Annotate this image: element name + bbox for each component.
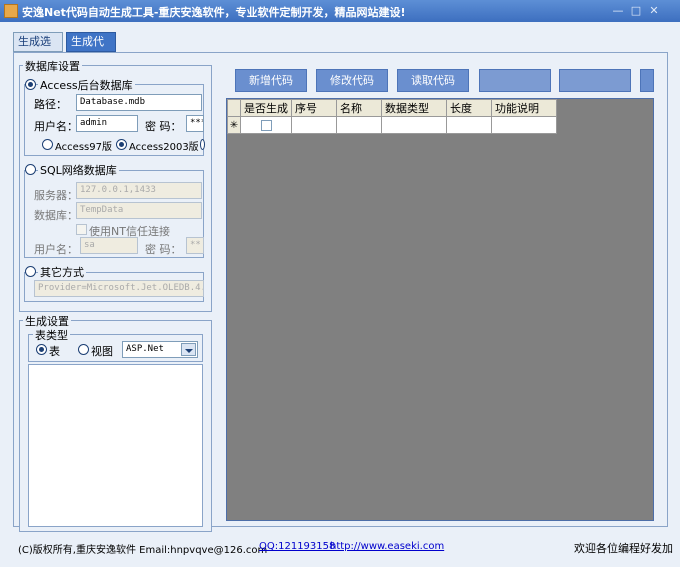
- connection-string-input[interactable]: Provider=Microsoft.Jet.OLEDB.4.0;: [34, 280, 204, 297]
- tab-generate-code[interactable]: 生成代码: [66, 32, 116, 66]
- table-list-box[interactable]: [28, 364, 203, 527]
- close-button[interactable]: ✕: [646, 4, 662, 18]
- nt-trust-checkbox[interactable]: [76, 224, 87, 235]
- grid-header-row: 是否生成 序号 名称 数据类型 长度 功能说明: [227, 99, 557, 117]
- add-code-button[interactable]: 新增代码: [235, 69, 307, 92]
- column-header[interactable]: 数据类型: [381, 99, 447, 117]
- grid-corner-cell: [227, 99, 241, 117]
- grid-cell[interactable]: [491, 116, 557, 134]
- view-radio-label: 视图: [91, 345, 113, 358]
- sql-user-label: 用户名：: [34, 243, 78, 256]
- chevron-down-icon[interactable]: [181, 343, 196, 356]
- sql-label: SQL网络数据库: [38, 162, 119, 178]
- title-bar: 安逸Net代码自动生成工具-重庆安逸软件，专业软件定制开发，精品网站建设! — …: [0, 0, 680, 22]
- database-label: 数据库：: [34, 209, 78, 222]
- minimize-button[interactable]: —: [610, 4, 626, 18]
- access-password-label: 密 码：: [145, 120, 182, 133]
- copyright-text: (C)版权所有,重庆安逸软件 Email:hnpvqve@126.com: [18, 545, 268, 556]
- access2003-radio[interactable]: [116, 139, 127, 150]
- edit-code-button[interactable]: 修改代码: [316, 69, 388, 92]
- column-header[interactable]: 长度: [446, 99, 492, 117]
- access-radio[interactable]: [25, 79, 36, 90]
- website-link[interactable]: http://www.easeki.com: [330, 541, 444, 552]
- access-label: Access后台数据库: [38, 77, 135, 93]
- welcome-text: 欢迎各位编程好发加: [574, 542, 673, 555]
- fields-table: 是否生成 序号 名称 数据类型 长度 功能说明 ✳: [227, 99, 557, 134]
- window-title: 安逸Net代码自动生成工具-重庆安逸软件，专业软件定制开发，精品网站建设!: [22, 6, 406, 19]
- server-input[interactable]: 127.0.0.1,1433: [76, 182, 202, 199]
- table-type-legend: 表类型: [33, 327, 70, 343]
- tab-generate-options[interactable]: 生成选项: [13, 32, 63, 66]
- sql-password-label: 密 码：: [145, 243, 182, 256]
- generate-checkbox[interactable]: [260, 120, 272, 131]
- view-radio[interactable]: [78, 344, 89, 355]
- column-header[interactable]: 是否生成: [240, 99, 292, 117]
- access97-radio[interactable]: [42, 139, 53, 150]
- toolbar-button-clipped[interactable]: [640, 69, 654, 92]
- grid-cell[interactable]: [336, 116, 382, 134]
- fields-grid[interactable]: 是否生成 序号 名称 数据类型 长度 功能说明 ✳: [226, 98, 654, 521]
- read-code-button[interactable]: 读取代码: [397, 69, 469, 92]
- sql-user-input[interactable]: sa: [80, 237, 138, 254]
- grid-cell[interactable]: [291, 116, 337, 134]
- toolbar-button-disabled-2[interactable]: [559, 69, 631, 92]
- qq-link[interactable]: QQ:121193158: [259, 541, 335, 552]
- column-header[interactable]: 序号: [291, 99, 337, 117]
- database-input[interactable]: TempData: [76, 202, 202, 219]
- toolbar-button-disabled-1[interactable]: [479, 69, 551, 92]
- maximize-button[interactable]: □: [628, 4, 644, 18]
- access97-label: Access97版: [55, 142, 112, 153]
- server-label: 服务器：: [34, 189, 78, 202]
- generate-cell[interactable]: [240, 116, 292, 134]
- access-version-radio-clipped[interactable]: [200, 139, 205, 150]
- access2003-label: Access2003版: [129, 142, 199, 153]
- other-radio[interactable]: [25, 266, 36, 277]
- access-user-label: 用户名：: [34, 120, 78, 133]
- new-row-marker: ✳: [227, 116, 241, 134]
- app-icon: [4, 4, 18, 18]
- language-select-value: ASP.Net: [126, 344, 164, 354]
- grid-cell[interactable]: [446, 116, 492, 134]
- other-label: 其它方式: [38, 264, 86, 280]
- access-user-input[interactable]: admin: [76, 115, 138, 132]
- access-password-input[interactable]: ***: [186, 115, 204, 132]
- table-radio[interactable]: [36, 344, 47, 355]
- path-label: 路径：: [34, 98, 67, 111]
- sql-password-input[interactable]: **: [186, 237, 204, 254]
- column-header[interactable]: 名称: [336, 99, 382, 117]
- sql-radio[interactable]: [25, 164, 36, 175]
- column-header[interactable]: 功能说明: [491, 99, 557, 117]
- path-input[interactable]: Database.mdb: [76, 94, 202, 111]
- table-row[interactable]: ✳: [227, 116, 557, 134]
- table-radio-label: 表: [49, 345, 60, 358]
- grid-cell[interactable]: [381, 116, 447, 134]
- db-settings-legend: 数据库设置: [23, 58, 82, 74]
